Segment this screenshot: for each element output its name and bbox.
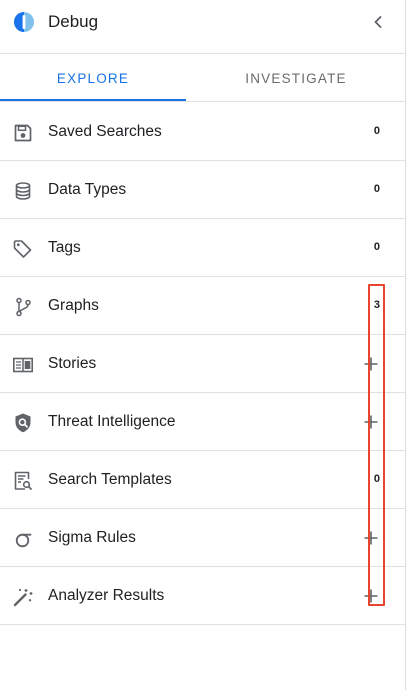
sigma-icon	[15, 533, 32, 548]
list-item-label: Search Templates	[48, 471, 172, 488]
sidebar-panel: Debug EXPLORE INVESTIGATE Saved Searches…	[0, 0, 406, 690]
graph-branch-icon	[16, 297, 31, 317]
tab-explore[interactable]: EXPLORE	[0, 54, 186, 102]
list-item-analyzer-results[interactable]: Analyzer Results	[0, 567, 406, 625]
list-item-threat-intelligence[interactable]: Threat Intelligence	[0, 393, 406, 451]
tag-icon	[13, 240, 32, 258]
tab-bar: EXPLORE INVESTIGATE	[0, 54, 406, 102]
plus-icon[interactable]	[363, 588, 379, 604]
list-item-label: Tags	[48, 239, 81, 256]
plus-icon[interactable]	[363, 356, 379, 372]
list-item-label: Stories	[48, 355, 97, 372]
list-item-label: Threat Intelligence	[48, 413, 176, 430]
timesketch-logo-icon	[14, 12, 34, 32]
search-template-icon	[14, 471, 32, 490]
tab-investigate[interactable]: INVESTIGATE	[186, 54, 406, 102]
list-item-label: Sigma Rules	[48, 529, 136, 546]
list-item-label: Graphs	[48, 297, 99, 314]
count-badge: 3	[373, 299, 380, 311]
list-item-saved-searches[interactable]: Saved Searches 0	[0, 103, 406, 161]
count-badge: 0	[373, 241, 380, 253]
count-badge: 0	[373, 125, 380, 137]
count-badge: 0	[373, 183, 380, 195]
plus-icon[interactable]	[363, 414, 379, 430]
sidebar-header: Debug	[0, 0, 406, 54]
shield-search-icon	[15, 413, 31, 433]
plus-icon[interactable]	[363, 530, 379, 546]
active-tab-indicator	[0, 99, 186, 101]
list-item-label: Saved Searches	[48, 123, 162, 140]
floppy-disk-icon	[14, 124, 32, 142]
database-icon	[15, 182, 31, 200]
list-item-graphs[interactable]: Graphs 3	[0, 277, 406, 335]
count-badge: 0	[373, 473, 380, 485]
list-item-data-types[interactable]: Data Types 0	[0, 161, 406, 219]
chevron-left-icon[interactable]	[368, 12, 388, 32]
stories-icon	[12, 357, 33, 373]
page-title: Debug	[48, 12, 99, 31]
list-item-sigma-rules[interactable]: Sigma Rules	[0, 509, 406, 567]
magic-wand-icon	[13, 589, 33, 607]
list-item-label: Analyzer Results	[48, 587, 165, 604]
list-item-search-templates[interactable]: Search Templates 0	[0, 451, 406, 509]
explore-list: Saved Searches 0 Data Types 0 Tags 0 Gra…	[0, 103, 406, 625]
list-item-stories[interactable]: Stories	[0, 335, 406, 393]
list-item-tags[interactable]: Tags 0	[0, 219, 406, 277]
list-item-label: Data Types	[48, 181, 127, 198]
